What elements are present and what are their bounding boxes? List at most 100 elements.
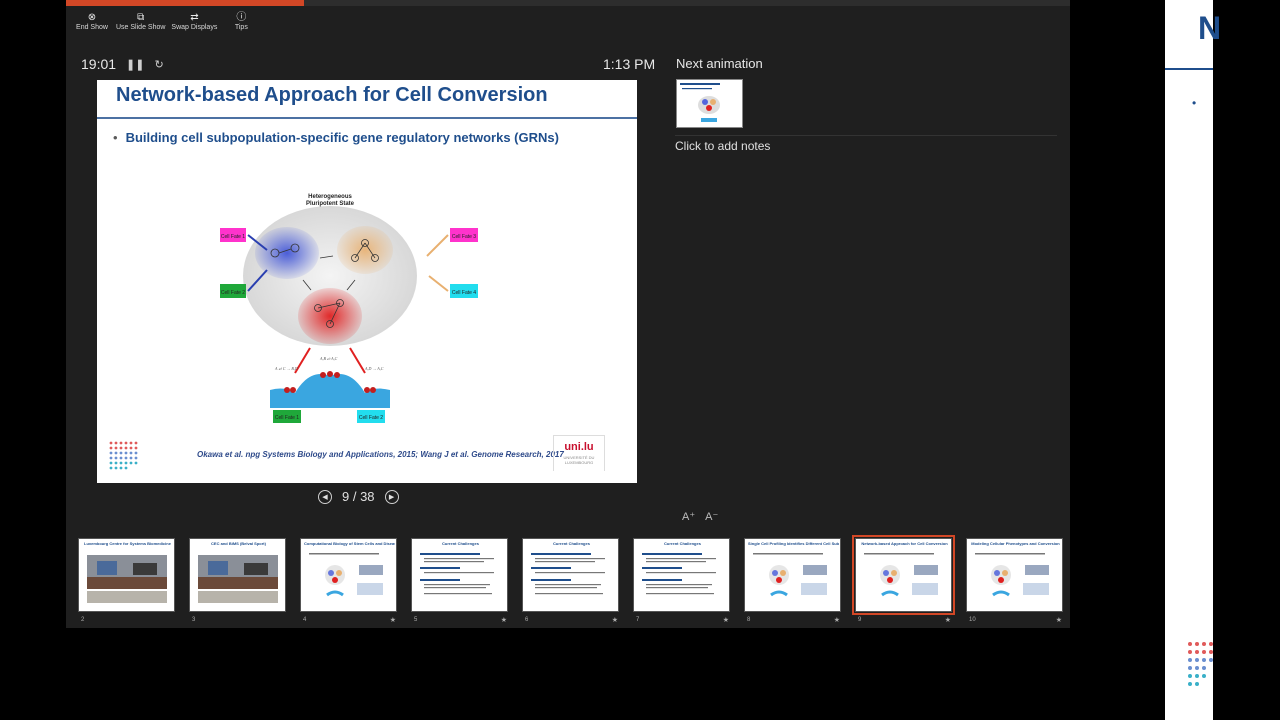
slide-counter: 9 / 38	[342, 489, 375, 504]
animation-star-icon: ★	[1055, 617, 1062, 624]
reset-icon[interactable]: ↻	[154, 58, 163, 71]
title-divider	[97, 117, 637, 119]
elapsed-timer: 19:01 ❚❚ ↻	[81, 56, 164, 72]
ball	[284, 387, 290, 393]
thumbnail-number: 2	[81, 617, 85, 623]
thumbnail-title: Computational Biology of Stem Cells and …	[304, 541, 395, 546]
animation-star-icon: ★	[944, 617, 951, 624]
thumbnail-title: Luxembourg Centre for Systems Biomedicin…	[84, 541, 171, 546]
fate-label-1: Cell Fate 1	[221, 234, 245, 240]
use-slide-show-label: Use Slide Show	[116, 24, 166, 31]
end-show-label: End Show	[76, 24, 108, 31]
audience-lcsb-logo	[1188, 642, 1213, 686]
figure-heading-1: Heterogeneous	[308, 194, 352, 200]
presenter-view: ⊗ End Show ⧉ Use Slide Show ⇄ Swap Displ…	[66, 0, 1070, 628]
thumbnail-number: 8	[747, 617, 751, 623]
slide-thumbnail-2[interactable]: Luxembourg Centre for Systems Biomedicin…	[78, 538, 175, 623]
ball	[320, 372, 326, 378]
ball	[370, 387, 376, 393]
notes-font-controls: A⁺ A⁻	[682, 510, 718, 523]
landscape-annotation-3: A,D → A,C	[364, 366, 384, 372]
slide-thumbnail-5[interactable]: Current Challenges 5 ★	[411, 538, 508, 624]
animation-star-icon: ★	[722, 617, 729, 624]
thumbnail-content	[864, 553, 938, 597]
presentation-progress-bar	[66, 0, 1070, 6]
close-circle-icon: ⊗	[87, 12, 97, 23]
thumbnail-number: 6	[525, 617, 529, 623]
slide-bullet-text: Building cell subpopulation-specific gen…	[125, 130, 559, 145]
thumbnail-title: CEC and BiMS (Belval Sport)	[211, 541, 266, 546]
bullet-dot: •	[113, 130, 118, 145]
swap-icon: ⇄	[190, 12, 199, 23]
animation-star-icon: ★	[500, 617, 507, 624]
orange-subpopulation	[337, 226, 393, 274]
audience-window: N •	[1165, 0, 1221, 720]
slide-thumbnail-6[interactable]: Current Challenges 6 ★	[522, 538, 619, 624]
thumbnail-content	[753, 553, 827, 597]
swap-displays-label: Swap Displays	[171, 24, 218, 31]
thumbnail-title: Current Challenges	[553, 541, 590, 546]
slide-thumbnail-7[interactable]: Current Challenges 7 ★	[633, 538, 730, 624]
thumbnail-content	[642, 553, 716, 595]
lcsb-logo	[109, 441, 138, 470]
timer-value: 19:01	[81, 56, 117, 72]
slide-thumbnail-3[interactable]: CEC and BiMS (Belval Sport) 3	[189, 538, 286, 623]
thumbnail-number: 9	[858, 617, 862, 623]
thumbnail-number: 5	[414, 617, 418, 623]
end-show-button[interactable]: ⊗ End Show	[74, 12, 110, 31]
use-slide-show-button[interactable]: ⧉ Use Slide Show	[116, 12, 165, 31]
notes-divider	[675, 135, 1057, 136]
thumbnail-content	[420, 553, 494, 595]
speaker-notes[interactable]: Click to add notes	[675, 139, 770, 153]
thumbnail-number: 3	[192, 617, 196, 623]
ball	[327, 371, 333, 377]
decrease-font-button[interactable]: A⁻	[705, 510, 718, 523]
slide-thumbnail-9[interactable]: Network-based Approach for Cell Conversi…	[852, 535, 955, 624]
cell-fate-figure: Heterogeneous Pluripotent State Cell Fat…	[220, 194, 478, 423]
uni-logo-main: uni.lu	[564, 441, 594, 453]
info-icon: ⓘ	[236, 12, 247, 23]
fate-label-2: Cell Fate 2	[221, 290, 245, 296]
slide-thumbnail-4[interactable]: Computational Biology of Stem Cells and …	[300, 538, 397, 624]
arrow-fate-3	[426, 234, 449, 257]
fate-label-3: Cell Fate 3	[452, 234, 476, 240]
audience-bullet: •	[1192, 96, 1197, 110]
thumbnail-title: Current Challenges	[664, 541, 701, 546]
landscape-annotation-1: A ⇌ C → B,D	[274, 366, 298, 372]
next-slide-button[interactable]: ▶	[384, 489, 399, 504]
red-subpopulation	[298, 288, 362, 344]
next-animation-preview[interactable]	[676, 79, 743, 128]
swap-displays-button[interactable]: ⇄ Swap Displays	[171, 12, 217, 31]
ball	[364, 387, 370, 393]
increase-font-button[interactable]: A⁺	[682, 510, 695, 523]
monitor-icon: ⧉	[137, 12, 145, 23]
ball	[334, 372, 340, 378]
slide-reference: Okawa et al. npg Systems Biology and App…	[197, 450, 564, 459]
tips-button[interactable]: ⓘ Tips	[223, 12, 259, 31]
slide-title: Network-based Approach for Cell Conversi…	[116, 84, 548, 106]
thumbnail-number: 7	[636, 617, 640, 623]
university-logo: uni.lu UNIVERSITÉ DU LUXEMBOURG	[553, 435, 605, 471]
previous-slide-button[interactable]: ◀	[318, 489, 332, 504]
current-time: 1:13 PM	[603, 56, 656, 72]
landscape-annotation-2: A,B ⇌ A,C	[319, 356, 338, 362]
slide-thumbnail-8[interactable]: Single Cell Profiling Identifies Differe…	[744, 538, 841, 624]
slide-thumbnail-10[interactable]: Modeling Cellular Phenotypes and Convers…	[966, 538, 1063, 624]
animation-star-icon: ★	[611, 617, 618, 624]
tips-label: Tips	[234, 24, 248, 31]
thumbnail-content	[531, 553, 605, 595]
ball	[290, 387, 296, 393]
bottom-fate-label-1: Cell Fate 1	[275, 415, 299, 421]
screen: ⊗ End Show ⧉ Use Slide Show ⇄ Swap Displ…	[0, 0, 1280, 720]
thumbnail-title: Modeling Cellular Phenotypes and Convers…	[971, 541, 1060, 546]
slide-navigation: ◀ 9 / 38 ▶	[318, 489, 399, 504]
progress-fill	[66, 0, 304, 6]
slide-filmstrip: Luxembourg Centre for Systems Biomedicin…	[78, 535, 1063, 624]
next-animation-label: Next animation	[676, 56, 763, 71]
presenter-toolbar: ⊗ End Show ⧉ Use Slide Show ⇄ Swap Displ…	[74, 12, 259, 31]
current-slide[interactable]: Network-based Approach for Cell Conversi…	[97, 80, 637, 483]
bottom-fate-label-2: Cell Fate 2	[359, 415, 383, 421]
uni-logo-sub: UNIVERSITÉ DU LUXEMBOURG	[563, 455, 595, 465]
pause-icon[interactable]: ❚❚	[126, 58, 144, 71]
slide-bullet: • Building cell subpopulation-specific ge…	[113, 130, 559, 145]
